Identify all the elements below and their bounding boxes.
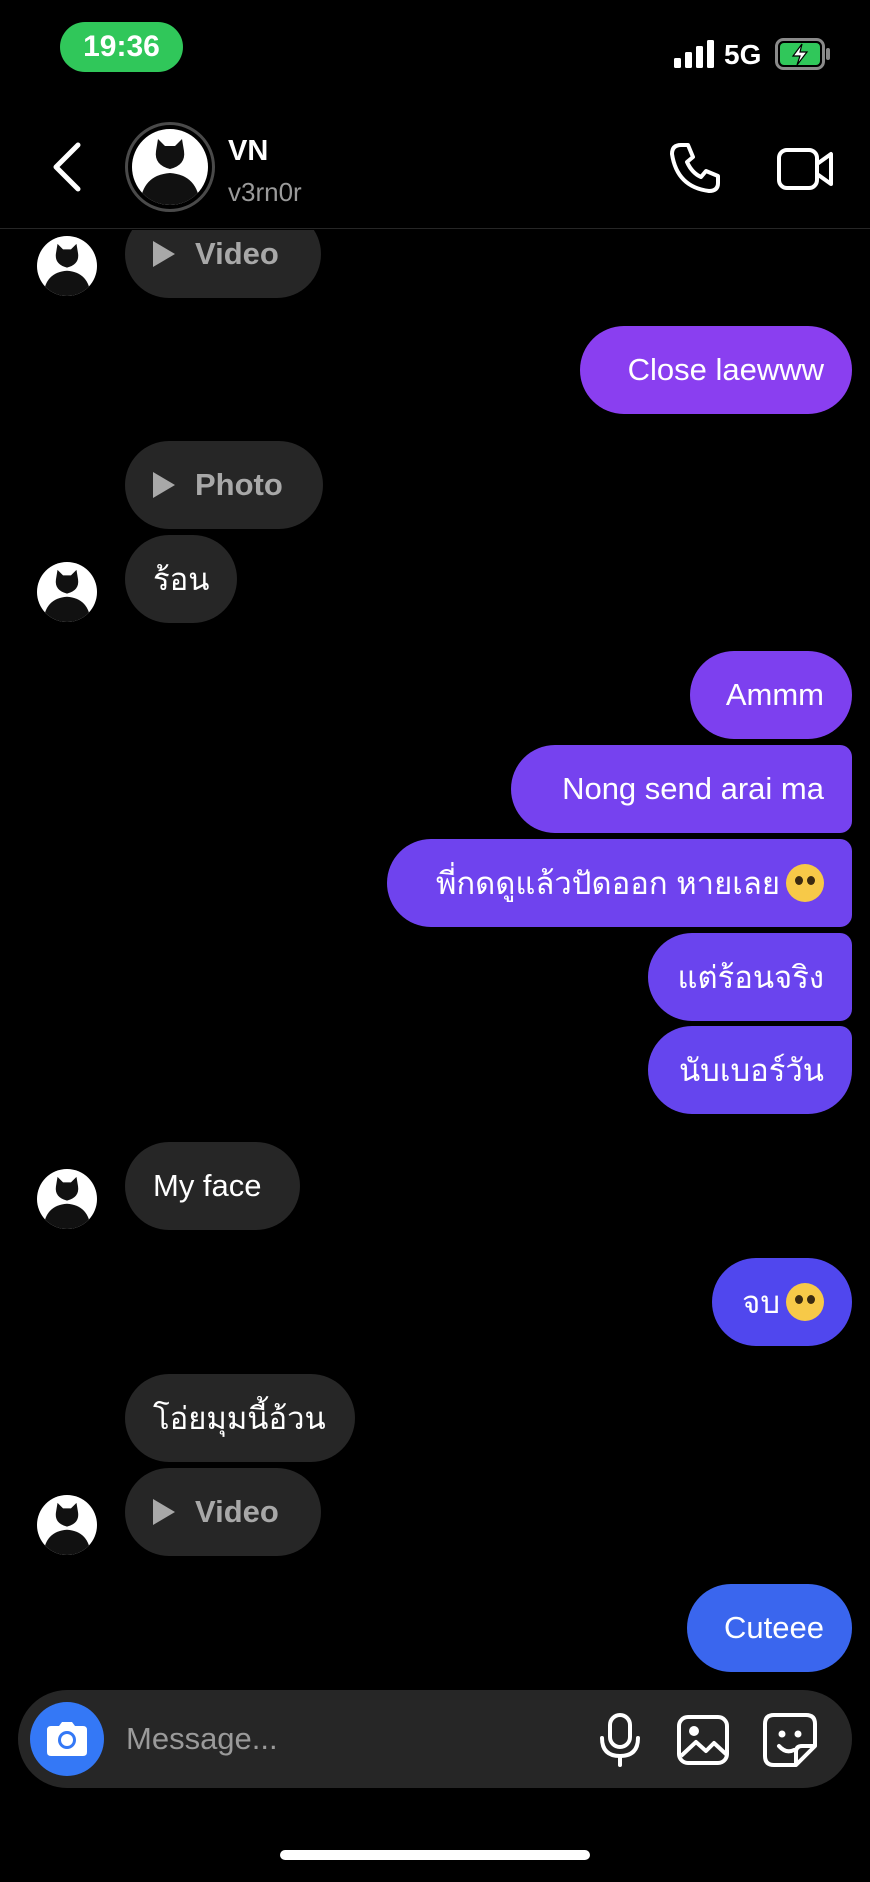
video-message[interactable]: Video xyxy=(125,1468,321,1556)
message-composer xyxy=(18,1690,852,1788)
network-type: 5G xyxy=(724,39,762,70)
play-icon xyxy=(153,1499,175,1525)
outgoing-message[interactable]: นับเบอร์วัน xyxy=(648,1026,852,1114)
sticker-icon[interactable] xyxy=(762,1712,818,1768)
gallery-icon[interactable] xyxy=(676,1714,730,1766)
outgoing-message[interactable]: แต่ร้อนจริง xyxy=(648,933,852,1021)
incoming-message[interactable]: My face xyxy=(125,1142,300,1230)
contact-avatar-small xyxy=(37,1495,97,1555)
outgoing-message[interactable]: Ammm xyxy=(690,651,852,739)
cat-avatar-icon xyxy=(140,139,200,205)
contact-avatar-small xyxy=(37,562,97,622)
home-indicator[interactable] xyxy=(280,1850,590,1860)
incoming-message[interactable]: โอ่ยมุมนี้อ้วน xyxy=(125,1374,355,1462)
camera-icon xyxy=(47,1722,87,1756)
contact-avatar-small xyxy=(37,1169,97,1229)
incoming-message[interactable]: ร้อน xyxy=(125,535,237,623)
message-input[interactable] xyxy=(126,1714,486,1764)
play-icon xyxy=(153,472,175,498)
chat-screen: 19:36 5G VN v3rn0r Video Close laewww Ph… xyxy=(0,0,870,1882)
outgoing-message[interactable]: Close laewww xyxy=(580,326,852,414)
microphone-icon[interactable] xyxy=(594,1712,646,1768)
contact-avatar[interactable] xyxy=(125,122,215,212)
chat-header: VN v3rn0r xyxy=(0,105,870,229)
video-call-icon[interactable] xyxy=(776,145,834,193)
photo-message[interactable]: Photo xyxy=(125,441,323,529)
pleading-face-icon xyxy=(786,1283,824,1321)
crying-face-icon xyxy=(786,864,824,902)
contact-avatar-small xyxy=(37,236,97,296)
status-time: 19:36 xyxy=(60,22,183,72)
contact-name[interactable]: VN xyxy=(228,135,268,168)
battery-icon xyxy=(775,38,830,70)
back-icon[interactable] xyxy=(48,141,90,193)
outgoing-message[interactable]: Nong send arai ma xyxy=(511,745,852,833)
phone-icon[interactable] xyxy=(668,141,722,195)
outgoing-message[interactable]: จบ xyxy=(712,1258,852,1346)
outgoing-message[interactable]: Cuteee xyxy=(687,1584,852,1672)
camera-button[interactable] xyxy=(30,1702,104,1776)
play-icon xyxy=(153,241,175,267)
outgoing-message[interactable]: พี่กดดูแล้วปัดออก หายเลย xyxy=(387,839,852,927)
cellular-signal-icon xyxy=(674,40,714,68)
contact-username[interactable]: v3rn0r xyxy=(228,177,302,208)
